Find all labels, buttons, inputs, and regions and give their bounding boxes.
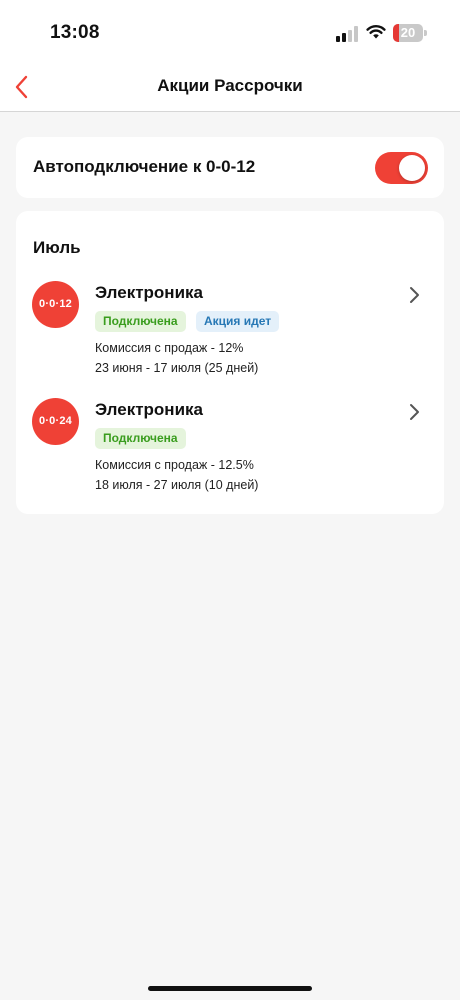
main-content: Автоподключение к 0-0-12 Июль 0·0·12 Эле…: [0, 112, 460, 1000]
status-time: 13:08: [50, 22, 100, 43]
battery-cap: [424, 30, 427, 36]
promo-name: Электроника: [95, 283, 203, 302]
promo-commission: Комиссия с продаж - 12%: [95, 341, 244, 355]
status-badge-active: Акция идет: [196, 311, 280, 332]
nav-bar: Акции Рассрочки: [0, 62, 460, 112]
page-title: Акции Рассрочки: [157, 76, 303, 95]
auto-connect-label: Автоподключение к 0-0-12: [33, 157, 256, 176]
chevron-right-icon: [410, 287, 419, 303]
auto-connect-toggle[interactable]: [375, 152, 428, 184]
promo-name: Электроника: [95, 400, 203, 419]
auto-connect-card: Автоподключение к 0-0-12: [16, 137, 444, 198]
month-card: Июль 0·0·12 Электроника Подключена Акция…: [16, 211, 444, 514]
promo-commission: Комиссия с продаж - 12.5%: [95, 458, 254, 472]
month-title: Июль: [33, 238, 81, 257]
status-badge-connected: Подключена: [95, 428, 186, 449]
promo-dates: 23 июня - 17 июля (25 дней): [95, 361, 259, 375]
promo-badge: 0·0·24: [32, 398, 79, 445]
promo-item[interactable]: 0·0·12 Электроника Подключена Акция идет…: [16, 277, 444, 387]
wifi-icon: [366, 25, 386, 39]
battery-body: 20: [393, 24, 423, 42]
toggle-knob: [399, 155, 425, 181]
chevron-right-icon: [410, 404, 419, 420]
promo-dates: 18 июля - 27 июля (10 дней): [95, 478, 259, 492]
status-badge-connected: Подключена: [95, 311, 186, 332]
promo-badge: 0·0·12: [32, 281, 79, 328]
status-bar: 13:08 20: [0, 0, 460, 60]
cellular-signal-icon: [336, 26, 358, 42]
promo-item[interactable]: 0·0·24 Электроника Подключена Комиссия с…: [16, 394, 444, 504]
battery-icon: 20: [393, 24, 427, 42]
home-indicator[interactable]: [148, 986, 312, 991]
battery-level: 20: [400, 25, 416, 40]
